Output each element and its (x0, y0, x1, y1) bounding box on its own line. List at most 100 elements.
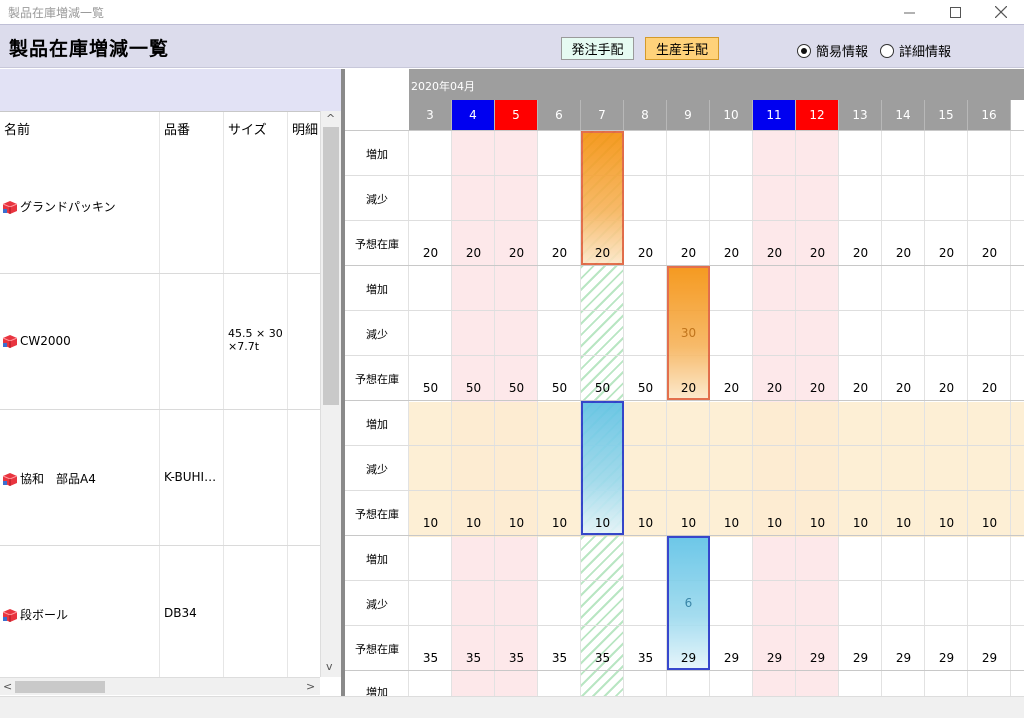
day-header[interactable]: 5 (495, 100, 538, 130)
stock-value[interactable]: 20 (753, 246, 796, 260)
stock-value[interactable]: 50 (409, 381, 452, 395)
day-header[interactable]: 3 (409, 100, 452, 130)
stock-value[interactable]: 35 (495, 651, 538, 665)
stock-value[interactable]: 20 (710, 381, 753, 395)
day-header[interactable]: 9 (667, 100, 710, 130)
stock-value[interactable]: 20 (925, 381, 968, 395)
stock-value[interactable]: 20 (581, 246, 624, 260)
stock-value[interactable]: 29 (968, 651, 1011, 665)
stock-value[interactable]: 50 (581, 381, 624, 395)
stock-value[interactable]: 10 (452, 516, 495, 530)
stock-value[interactable]: 29 (882, 651, 925, 665)
day-header[interactable]: 11 (753, 100, 796, 130)
production-bar[interactable] (581, 131, 624, 265)
stock-value[interactable]: 10 (839, 516, 882, 530)
day-header[interactable]: 6 (538, 100, 581, 130)
detail-info-radio[interactable]: 詳細情報 (880, 41, 951, 60)
stock-value[interactable]: 10 (667, 516, 710, 530)
scroll-up-icon[interactable]: ^ (326, 112, 335, 125)
product-name: 段ボール (20, 608, 69, 622)
stock-value[interactable]: 10 (796, 516, 839, 530)
stock-value[interactable]: 35 (538, 651, 581, 665)
col-header-size[interactable]: サイズ (224, 112, 288, 139)
day-header[interactable]: 10 (710, 100, 753, 130)
stock-value[interactable]: 29 (839, 651, 882, 665)
stock-value[interactable]: 29 (710, 651, 753, 665)
col-header-name[interactable]: 名前 (0, 112, 160, 139)
stock-value[interactable]: 35 (624, 651, 667, 665)
stock-value[interactable]: 20 (538, 246, 581, 260)
decrease-value[interactable]: 6 (667, 596, 710, 610)
close-button[interactable] (978, 0, 1024, 24)
list-item-name[interactable]: 段ボール (2, 606, 68, 623)
scroll-right-icon[interactable]: > (306, 680, 315, 693)
scroll-left-icon[interactable]: < (3, 680, 12, 693)
decrease-value[interactable]: 30 (667, 326, 710, 340)
stock-value[interactable]: 20 (839, 246, 882, 260)
stock-value[interactable]: 20 (968, 381, 1011, 395)
list-item-name[interactable]: CW2000 (2, 334, 71, 348)
stock-value[interactable]: 10 (538, 516, 581, 530)
stock-value[interactable]: 10 (581, 516, 624, 530)
stock-value[interactable]: 20 (710, 246, 753, 260)
simple-info-radio[interactable]: 簡易情報 (797, 41, 868, 60)
day-header[interactable]: 14 (882, 100, 925, 130)
stock-value[interactable]: 20 (753, 381, 796, 395)
stock-value[interactable]: 20 (839, 381, 882, 395)
col-header-code[interactable]: 品番 (160, 112, 224, 139)
stock-value[interactable]: 35 (452, 651, 495, 665)
stock-value[interactable]: 10 (968, 516, 1011, 530)
order-arrange-button[interactable]: 発注手配 (561, 37, 634, 60)
stock-value[interactable]: 10 (624, 516, 667, 530)
stock-value[interactable]: 50 (624, 381, 667, 395)
stock-value[interactable]: 10 (925, 516, 968, 530)
stock-value[interactable]: 35 (409, 651, 452, 665)
col-header-detail[interactable]: 明細 (288, 112, 320, 139)
stock-value[interactable]: 50 (452, 381, 495, 395)
vertical-scroll-thumb[interactable] (323, 127, 339, 405)
vertical-scrollbar[interactable]: ^ v (320, 111, 341, 677)
stock-value[interactable]: 10 (753, 516, 796, 530)
day-header[interactable]: 4 (452, 100, 495, 130)
stock-value[interactable]: 10 (409, 516, 452, 530)
scroll-down-icon[interactable]: v (326, 660, 333, 673)
horizontal-scrollbar[interactable]: < > (0, 677, 320, 695)
list-item-name[interactable]: グランドパッキン (2, 198, 116, 215)
stock-value[interactable]: 50 (495, 381, 538, 395)
order-bar[interactable] (581, 401, 624, 535)
stock-value[interactable]: 20 (667, 246, 710, 260)
row-label: 予想在庫 (355, 643, 399, 656)
day-header[interactable]: 8 (624, 100, 667, 130)
stock-value[interactable]: 29 (925, 651, 968, 665)
stock-value[interactable]: 10 (710, 516, 753, 530)
stock-value[interactable]: 10 (495, 516, 538, 530)
stock-value[interactable]: 29 (667, 651, 710, 665)
stock-value[interactable]: 10 (882, 516, 925, 530)
stock-value[interactable]: 20 (968, 246, 1011, 260)
stock-value[interactable]: 35 (581, 651, 624, 665)
list-item-name[interactable]: 協和 部品A4 (2, 470, 96, 487)
horizontal-scroll-thumb[interactable] (15, 681, 105, 693)
stock-value[interactable]: 20 (409, 246, 452, 260)
stock-value[interactable]: 20 (452, 246, 495, 260)
stock-value[interactable]: 20 (882, 246, 925, 260)
stock-value[interactable]: 20 (796, 381, 839, 395)
day-header[interactable]: 7 (581, 100, 624, 130)
stock-value[interactable]: 29 (753, 651, 796, 665)
stock-value[interactable]: 29 (796, 651, 839, 665)
minimize-button[interactable] (886, 0, 932, 24)
stock-value[interactable]: 20 (882, 381, 925, 395)
stock-value[interactable]: 20 (796, 246, 839, 260)
day-header[interactable]: 15 (925, 100, 968, 130)
day-header[interactable]: 16 (968, 100, 1011, 130)
stock-value[interactable]: 50 (538, 381, 581, 395)
day-header[interactable]: 13 (839, 100, 882, 130)
day-header[interactable]: 12 (796, 100, 839, 130)
production-arrange-button[interactable]: 生産手配 (645, 37, 719, 60)
stock-value[interactable]: 20 (624, 246, 667, 260)
stock-value[interactable]: 20 (925, 246, 968, 260)
row-label: 増加 (366, 686, 388, 696)
maximize-button[interactable] (932, 0, 978, 24)
stock-value[interactable]: 20 (667, 381, 710, 395)
stock-value[interactable]: 20 (495, 246, 538, 260)
